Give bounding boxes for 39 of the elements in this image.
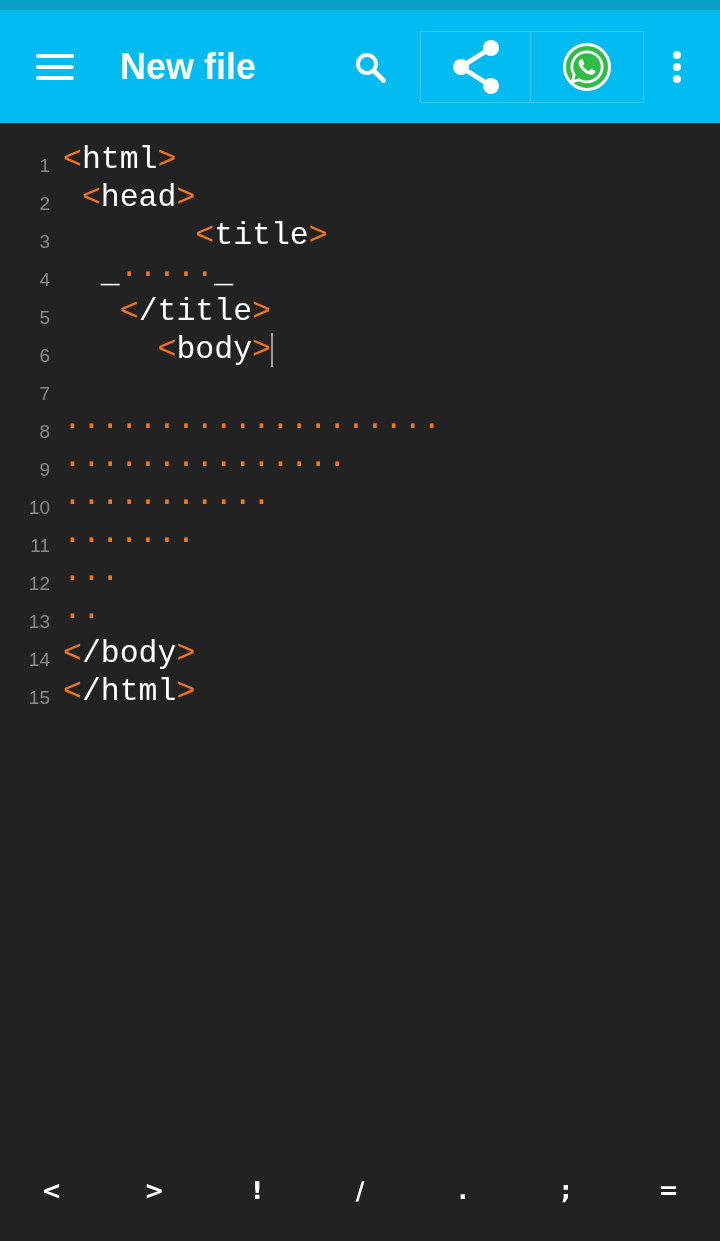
code-line: <title> [194, 217, 328, 255]
line-number: 5 [38, 308, 51, 327]
line-number: 14 [27, 650, 51, 669]
code-line: <html> [63, 141, 177, 179]
symbol-key[interactable]: = [617, 1151, 720, 1231]
code-line: ···················· [63, 407, 442, 445]
code-line: </body> [63, 635, 196, 673]
line-number: 4 [38, 270, 51, 289]
code-line: ··· [63, 559, 120, 597]
code-line: <body> [156, 331, 271, 369]
line-number: 15 [27, 688, 51, 707]
line-number: 7 [38, 384, 51, 403]
line-number: 8 [38, 422, 51, 441]
line-number: 1 [38, 156, 51, 175]
line-number: 12 [27, 574, 51, 593]
symbol-key[interactable]: ; [514, 1151, 618, 1231]
symbol-key[interactable]: > [102, 1151, 206, 1231]
code-editor[interactable]: 1 <html> 2 <head> 3 <title> 4 _·····_ 5 </title> 6 <body> 7 8 ···················· 9 ··············· 10 ··········· 11 ······· 12 ··· 13 ·· 14 </body> 15 </html> [0, 123, 720, 1151]
code-line: </title> [118, 293, 271, 331]
code-line: ·· [63, 597, 101, 635]
symbol-key[interactable]: / [308, 1151, 412, 1231]
code-line: ··········· [63, 483, 271, 521]
symbol-key[interactable]: ! [205, 1151, 309, 1231]
code-line: ··············· [63, 445, 347, 483]
line-number: 13 [27, 612, 51, 631]
line-number: 9 [38, 460, 51, 479]
line-number: 11 [29, 536, 51, 555]
app-title: New file [120, 44, 257, 89]
code-line: _·····_ [99, 255, 234, 293]
code-line: <head> [80, 179, 196, 217]
line-number: 6 [38, 346, 51, 365]
symbol-key[interactable]: . [411, 1151, 515, 1231]
line-number: 10 [27, 498, 51, 517]
code-line: ······· [63, 521, 196, 559]
symbol-key[interactable]: < [0, 1151, 103, 1231]
line-number: 2 [38, 194, 51, 213]
code-line: </html> [63, 673, 196, 711]
more-icon[interactable] [672, 49, 682, 84]
line-number: 3 [38, 232, 51, 251]
